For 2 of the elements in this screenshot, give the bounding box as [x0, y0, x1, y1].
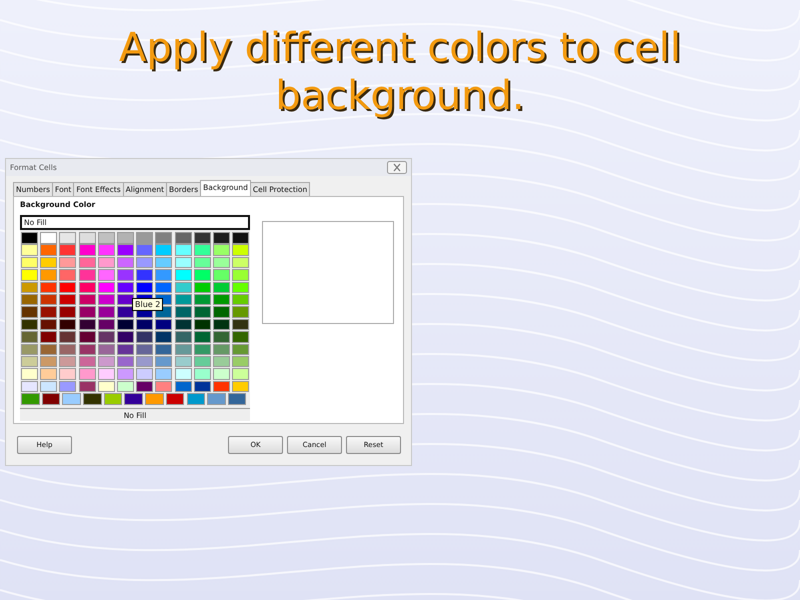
- slide-title: Apply different colors to cell background.: [118, 24, 682, 120]
- tooltip: Blue 2: [132, 298, 164, 311]
